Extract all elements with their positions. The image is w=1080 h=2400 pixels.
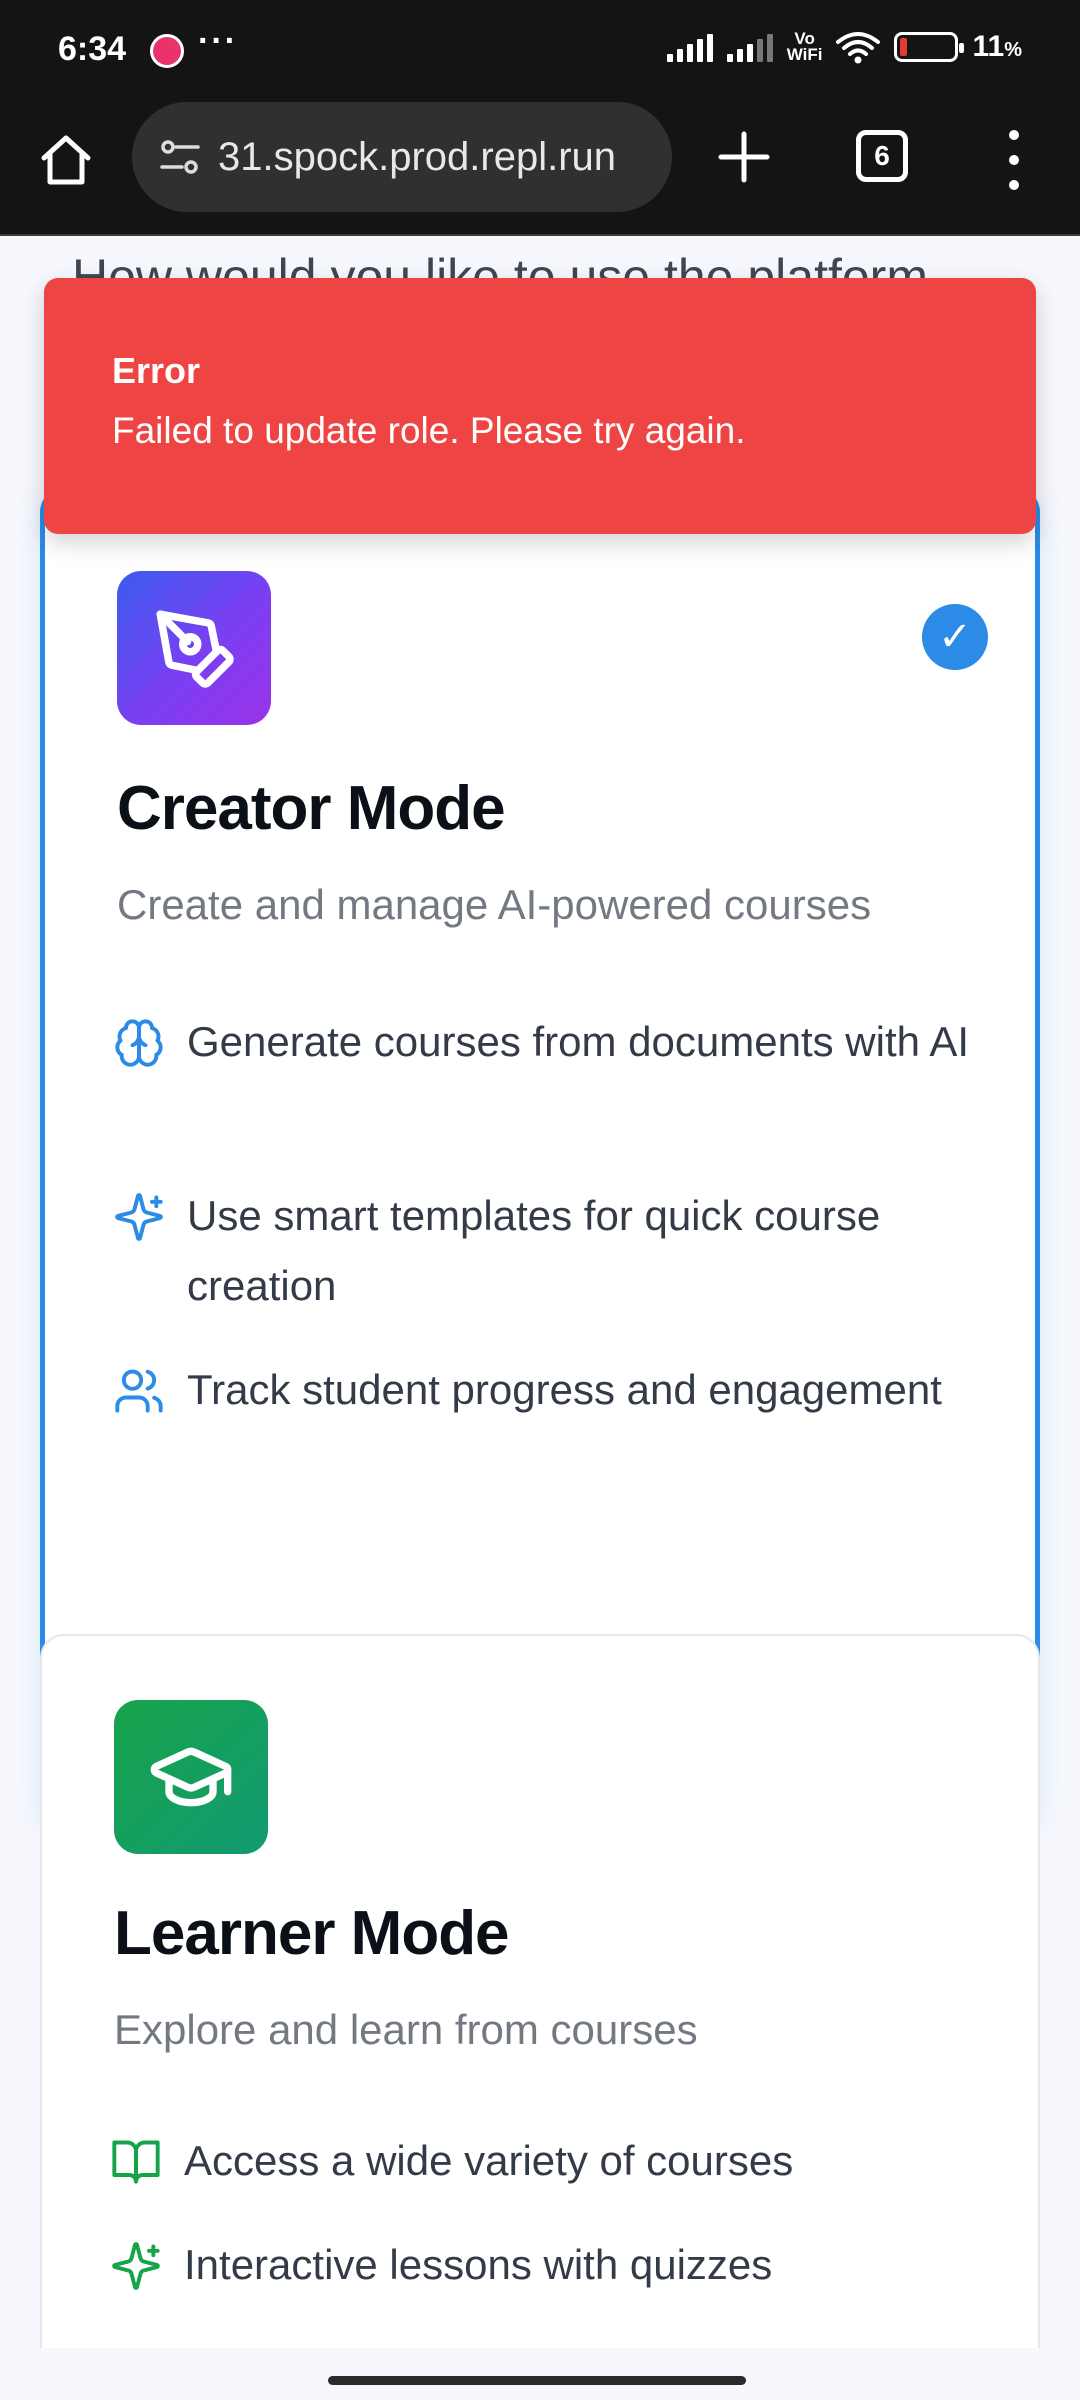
book-open-icon xyxy=(112,2140,160,2184)
pen-tool-icon xyxy=(156,610,234,688)
feature-text: Track student progress and engagement xyxy=(187,1366,942,1413)
page-content: How would you like to use the platform ✓… xyxy=(0,238,1080,2348)
signal-icon xyxy=(666,32,713,62)
feature-item: Access a wide variety of courses xyxy=(110,2132,990,2196)
feature-item: Use smart templates for quick course cre… xyxy=(113,1187,993,1321)
feature-text: Generate courses from documents with AI xyxy=(187,1018,970,1065)
feature-text: Access a wide variety of courses xyxy=(184,2137,794,2184)
toast-title: Error xyxy=(112,350,201,391)
home-gesture-handle[interactable] xyxy=(328,2376,746,2385)
creator-mode-icon xyxy=(117,571,271,725)
brain-icon xyxy=(115,1019,163,1067)
navigation-bar xyxy=(0,2350,1080,2400)
address-bar[interactable]: 31.spock.prod.repl.run xyxy=(132,102,672,212)
toast-message: Failed to update role. Please try again. xyxy=(112,410,746,451)
status-indicators: Vo WiFi 11% xyxy=(666,29,1022,64)
feature-item: Interactive lessons with quizzes xyxy=(110,2236,990,2300)
learner-mode-title: Learner Mode xyxy=(114,1899,510,1968)
feature-text: Interactive lessons with quizzes xyxy=(184,2241,773,2288)
vowifi-icon: Vo WiFi xyxy=(786,29,823,64)
notification-app-icon xyxy=(150,34,184,68)
sparkles-icon xyxy=(112,2242,160,2290)
error-toast[interactable]: Error Failed to update role. Please try … xyxy=(44,278,1036,534)
status-time: 6:34 xyxy=(58,30,127,68)
browser-menu-icon[interactable] xyxy=(996,130,1032,190)
sparkles-icon xyxy=(115,1193,163,1241)
site-settings-icon[interactable] xyxy=(158,137,202,177)
creator-mode-title: Creator Mode xyxy=(117,774,506,843)
graduation-cap-icon xyxy=(150,1747,232,1807)
more-notifications-icon: ··· xyxy=(198,22,238,60)
browser-toolbar: 31.spock.prod.repl.run 6 xyxy=(0,100,1080,236)
signal-2-icon xyxy=(726,32,773,62)
battery-icon xyxy=(894,32,965,62)
selected-check-icon: ✓ xyxy=(922,604,988,670)
url-text: 31.spock.prod.repl.run xyxy=(218,134,617,179)
home-icon[interactable] xyxy=(34,128,98,192)
learner-mode-icon xyxy=(114,1700,268,1854)
feature-item: Generate courses from documents with AI xyxy=(113,1013,993,1077)
users-icon xyxy=(115,1369,163,1413)
feature-item: Track student progress and engagement xyxy=(113,1361,993,1425)
new-tab-icon[interactable] xyxy=(715,128,773,186)
status-bar: 6:34 ··· Vo WiFi 11% xyxy=(0,0,1080,100)
learner-mode-subtitle: Explore and learn from courses xyxy=(114,2006,698,2053)
tab-switcher-button[interactable]: 6 xyxy=(856,130,908,182)
feature-text: Use smart templates for quick course cre… xyxy=(187,1192,881,1309)
battery-percent: 11% xyxy=(972,30,1022,63)
creator-mode-card[interactable]: ✓ Creator Mode Create and manage AI-powe… xyxy=(40,488,1040,1820)
wifi-icon xyxy=(836,32,881,64)
learner-mode-card[interactable]: Learner Mode Explore and learn from cour… xyxy=(40,1634,1040,2348)
creator-mode-subtitle: Create and manage AI-powered courses xyxy=(117,881,872,928)
